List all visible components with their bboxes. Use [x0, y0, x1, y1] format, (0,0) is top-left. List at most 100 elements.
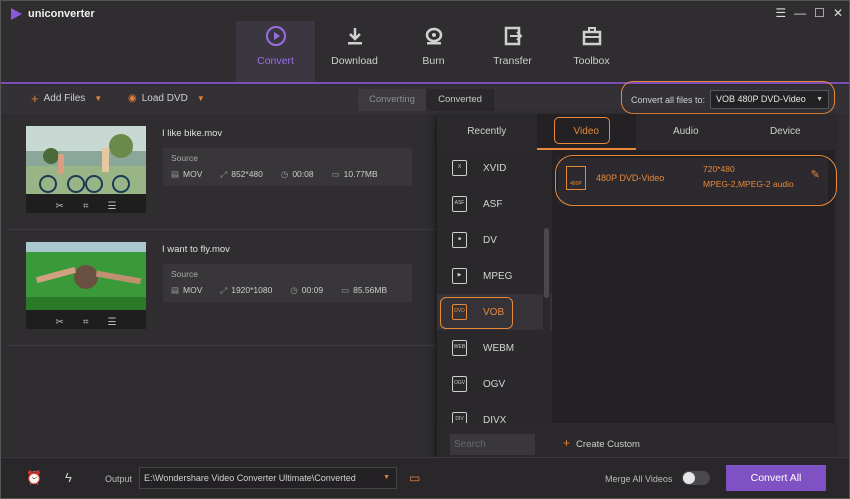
- tab-audio[interactable]: Audio: [636, 114, 736, 150]
- nav-download[interactable]: Download: [315, 21, 394, 82]
- open-folder-icon[interactable]: ▭: [409, 471, 420, 485]
- create-custom-label: Create Custom: [576, 439, 640, 450]
- source-details: ▤ MOV ⤢ 852*480 ◷ 00:08 ▭ 10.77MB: [171, 169, 378, 180]
- alarm-clock-icon[interactable]: ⏰: [26, 470, 42, 486]
- tab-device[interactable]: Device: [736, 114, 836, 150]
- minimize-icon[interactable]: —: [794, 6, 806, 20]
- source-format: MOV: [183, 169, 203, 179]
- thumbnail-image: [26, 126, 146, 194]
- format-label: OGV: [483, 378, 506, 390]
- nav-burn-label: Burn: [422, 55, 445, 67]
- add-files-button[interactable]: + Add Files ▼: [31, 90, 102, 106]
- nav-burn[interactable]: Burn: [394, 21, 473, 82]
- output-path-select[interactable]: E:\Wondershare Video Converter Ultimate\…: [139, 467, 397, 489]
- chevron-down-icon[interactable]: ▼: [94, 94, 102, 103]
- merge-toggle[interactable]: [682, 471, 710, 485]
- transfer-icon: [504, 26, 522, 46]
- format-scrollbar[interactable]: [543, 150, 550, 423]
- format-label: MPEG: [483, 270, 513, 282]
- file-name: I like bike.mov: [162, 128, 223, 139]
- source-resolution: 852*480: [231, 169, 263, 179]
- load-dvd-label: Load DVD: [141, 93, 188, 104]
- mpeg-icon: ▶: [452, 268, 467, 284]
- effects-icon[interactable]: ☰: [108, 317, 117, 328]
- format-item-xvid[interactable]: X XVID: [437, 150, 552, 186]
- format-item-mpeg[interactable]: ▶ MPEG: [437, 258, 552, 294]
- main-nav: Convert Download Burn Transfer Toolbox: [236, 21, 631, 82]
- resolution-icon: ⤢: [220, 285, 228, 295]
- close-icon[interactable]: ✕: [833, 6, 843, 20]
- divx-icon: DIV: [452, 412, 467, 423]
- format-search-input[interactable]: [450, 434, 535, 455]
- source-duration: 00:08: [292, 169, 314, 179]
- nav-toolbox-label: Toolbox: [573, 55, 610, 67]
- output-path-value: E:\Wondershare Video Converter Ultimate\…: [144, 473, 356, 483]
- dvd-icon: ◉: [128, 92, 137, 104]
- tab-recently[interactable]: Recently: [437, 114, 537, 150]
- merge-label: Merge All Videos: [605, 474, 673, 484]
- webm-icon: WEB: [452, 340, 467, 356]
- tab-converted[interactable]: Converted: [426, 89, 494, 111]
- source-size: 10.77MB: [343, 169, 378, 179]
- format-item-divx[interactable]: DIV DIVX: [437, 402, 552, 423]
- nav-toolbox[interactable]: Toolbox: [552, 21, 631, 82]
- asf-icon: ASF: [452, 196, 467, 212]
- folder-icon: ▭: [341, 285, 350, 295]
- window-controls: ☰ — ☐ ✕: [775, 6, 843, 20]
- file-list: ✂ ⌗ ☰ I like bike.mov Source ▤ MOV ⤢ 852*4…: [6, 116, 438, 461]
- format-label: ASF: [483, 198, 503, 210]
- nav-convert[interactable]: Convert: [236, 21, 315, 82]
- format-label: DV: [483, 234, 497, 246]
- add-icon: +: [563, 436, 571, 450]
- file-item[interactable]: ✂ ⌗ ☰ I like bike.mov Source ▤ MOV ⤢ 852*4…: [6, 116, 438, 231]
- convert-all-button[interactable]: Convert All: [726, 465, 826, 491]
- crop-icon[interactable]: ⌗: [83, 317, 89, 328]
- source-duration: 00:09: [301, 285, 324, 295]
- trim-icon[interactable]: ✂: [56, 201, 64, 212]
- logo-icon: [11, 8, 22, 20]
- app-name: uniconverter: [28, 8, 95, 20]
- source-details: ▤ MOV ⤢ 1920*1080 ◷ 00:09 ▭ 85.56MB: [171, 285, 387, 296]
- trim-icon[interactable]: ✂: [56, 317, 64, 328]
- video-thumbnail[interactable]: ✂ ⌗ ☰: [26, 126, 146, 213]
- file-name: I want to fly.mov: [162, 244, 230, 255]
- format-list: X XVID ASF ASF ■ DV ▶ MPEG DVD VOB WEB W…: [437, 150, 552, 423]
- source-label: Source: [171, 269, 198, 279]
- format-tabs: Recently Video Audio Device: [437, 114, 835, 150]
- format-label: WEBM: [483, 342, 515, 354]
- maximize-icon[interactable]: ☐: [814, 6, 825, 20]
- tab-converting[interactable]: Converting: [358, 89, 426, 111]
- dv-icon: ■: [452, 232, 467, 248]
- crop-icon[interactable]: ⌗: [83, 201, 89, 212]
- resolution-icon: ⤢: [220, 169, 228, 179]
- format-item-webm[interactable]: WEB WEBM: [437, 330, 552, 366]
- chevron-down-icon[interactable]: ▼: [197, 94, 205, 103]
- convert-icon: [265, 26, 286, 46]
- file-item[interactable]: ✂ ⌗ ☰ I want to fly.mov Source ▤ MOV ⤢ 192…: [6, 232, 438, 347]
- add-icon: +: [31, 90, 39, 106]
- toggle-knob: [683, 472, 695, 484]
- download-icon: [347, 28, 362, 45]
- video-thumbnail[interactable]: ✂ ⌗ ☰: [26, 242, 146, 329]
- format-item-ogv[interactable]: OGV OGV: [437, 366, 552, 402]
- scrollbar-thumb[interactable]: [544, 228, 549, 298]
- load-dvd-button[interactable]: ◉ Load DVD ▼: [128, 93, 205, 104]
- film-icon: ▤: [171, 169, 180, 179]
- format-item-asf[interactable]: ASF ASF: [437, 186, 552, 222]
- effects-icon[interactable]: ☰: [108, 201, 117, 212]
- nav-convert-label: Convert: [257, 55, 294, 67]
- highlight-ring: [440, 297, 513, 329]
- format-item-dv[interactable]: ■ DV: [437, 222, 552, 258]
- source-size: 85.56MB: [353, 285, 388, 295]
- ogv-icon: OGV: [452, 376, 467, 392]
- clock-icon: ◷: [290, 285, 298, 295]
- format-label: XVID: [483, 162, 507, 174]
- create-custom-button[interactable]: + Create Custom: [563, 436, 640, 450]
- menu-icon[interactable]: ☰: [775, 6, 786, 20]
- folder-icon: ▭: [331, 169, 340, 179]
- output-label: Output: [105, 474, 133, 484]
- top-bar: uniconverter ☰ — ☐ ✕ Convert Download Bu…: [1, 1, 849, 84]
- nav-transfer[interactable]: Transfer: [473, 21, 552, 82]
- lightning-icon[interactable]: ϟ: [65, 470, 72, 485]
- divider: [6, 229, 438, 230]
